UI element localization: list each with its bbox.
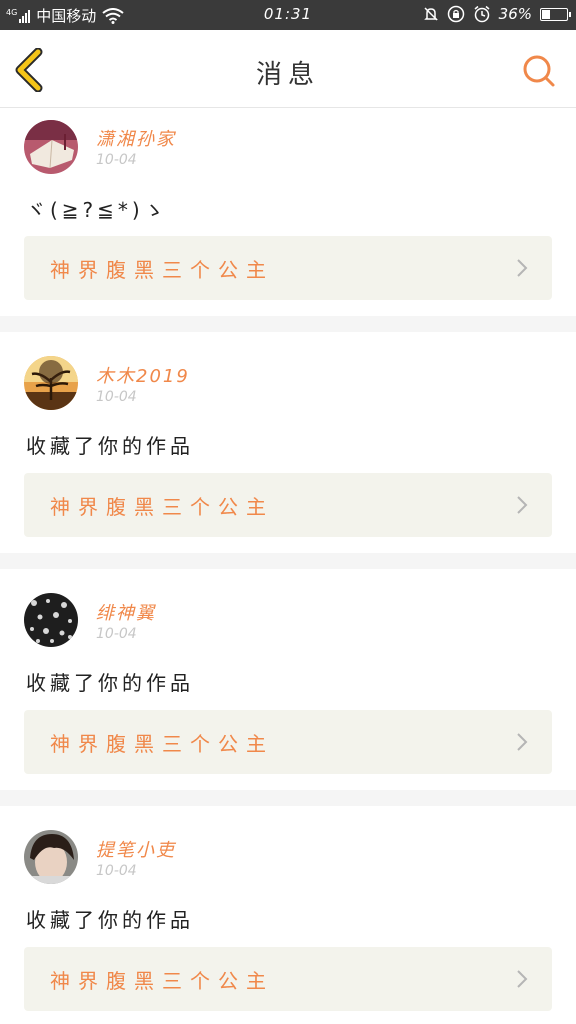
message-date: 10-04	[96, 152, 137, 168]
work-title: 神界腹黑三个公主	[50, 732, 274, 756]
work-title: 神界腹黑三个公主	[50, 969, 274, 993]
search-icon	[523, 55, 555, 87]
message-text: 收藏了你的作品	[26, 671, 194, 695]
chevron-right-icon	[517, 970, 528, 988]
status-bar: 4G 中国移动 01:31 36%	[0, 0, 576, 30]
chevron-right-icon	[517, 259, 528, 277]
message-date: 10-04	[96, 389, 137, 405]
divider	[0, 553, 576, 569]
list-item: 提笔小吏 10-04 收藏了你的作品 神界腹黑三个公主	[0, 806, 576, 1024]
sender-name[interactable]: 潇湘孙家	[96, 125, 176, 151]
divider	[0, 316, 576, 332]
search-button[interactable]	[522, 54, 556, 88]
battery-percent: 36%	[498, 5, 532, 23]
page-title: 消息	[255, 60, 320, 90]
avatar[interactable]	[24, 120, 78, 174]
message-date: 10-04	[96, 626, 137, 642]
message-text: 收藏了你的作品	[26, 434, 194, 458]
message-text: 收藏了你的作品	[26, 908, 194, 932]
work-link-card[interactable]: 神界腹黑三个公主	[24, 947, 552, 1011]
chevron-right-icon	[517, 496, 528, 514]
app-header: 消息	[0, 30, 576, 108]
rotation-lock-icon	[447, 5, 464, 23]
work-link-card[interactable]: 神界腹黑三个公主	[24, 236, 552, 300]
message-list: 潇湘孙家 10-04 ヾ(≧?≦*)ゝ 神界腹黑三个公主 木木2019 10-0…	[0, 108, 576, 1024]
sender-name[interactable]: 绯神翼	[96, 599, 156, 625]
work-title: 神界腹黑三个公主	[50, 495, 274, 519]
battery-fill	[542, 9, 550, 19]
avatar[interactable]	[24, 356, 78, 410]
sender-name[interactable]: 提笔小吏	[96, 836, 176, 862]
chevron-right-icon	[517, 733, 528, 751]
work-link-card[interactable]: 神界腹黑三个公主	[24, 473, 552, 537]
list-item: 潇湘孙家 10-04 ヾ(≧?≦*)ゝ 神界腹黑三个公主	[0, 108, 576, 316]
divider	[0, 790, 576, 806]
avatar[interactable]	[24, 830, 78, 884]
list-item: 绯神翼 10-04 收藏了你的作品 神界腹黑三个公主	[0, 569, 576, 790]
list-item: 木木2019 10-04 收藏了你的作品 神界腹黑三个公主	[0, 332, 576, 553]
alarm-icon	[474, 5, 490, 23]
avatar[interactable]	[24, 593, 78, 647]
mute-bell-icon	[423, 7, 438, 21]
message-date: 10-04	[96, 863, 137, 879]
sender-name[interactable]: 木木2019	[96, 362, 190, 388]
work-link-card[interactable]: 神界腹黑三个公主	[24, 710, 552, 774]
status-right: 36%	[423, 5, 571, 23]
battery-icon	[540, 7, 571, 21]
work-title: 神界腹黑三个公主	[50, 258, 274, 282]
message-text: ヾ(≧?≦*)ゝ	[26, 198, 168, 222]
